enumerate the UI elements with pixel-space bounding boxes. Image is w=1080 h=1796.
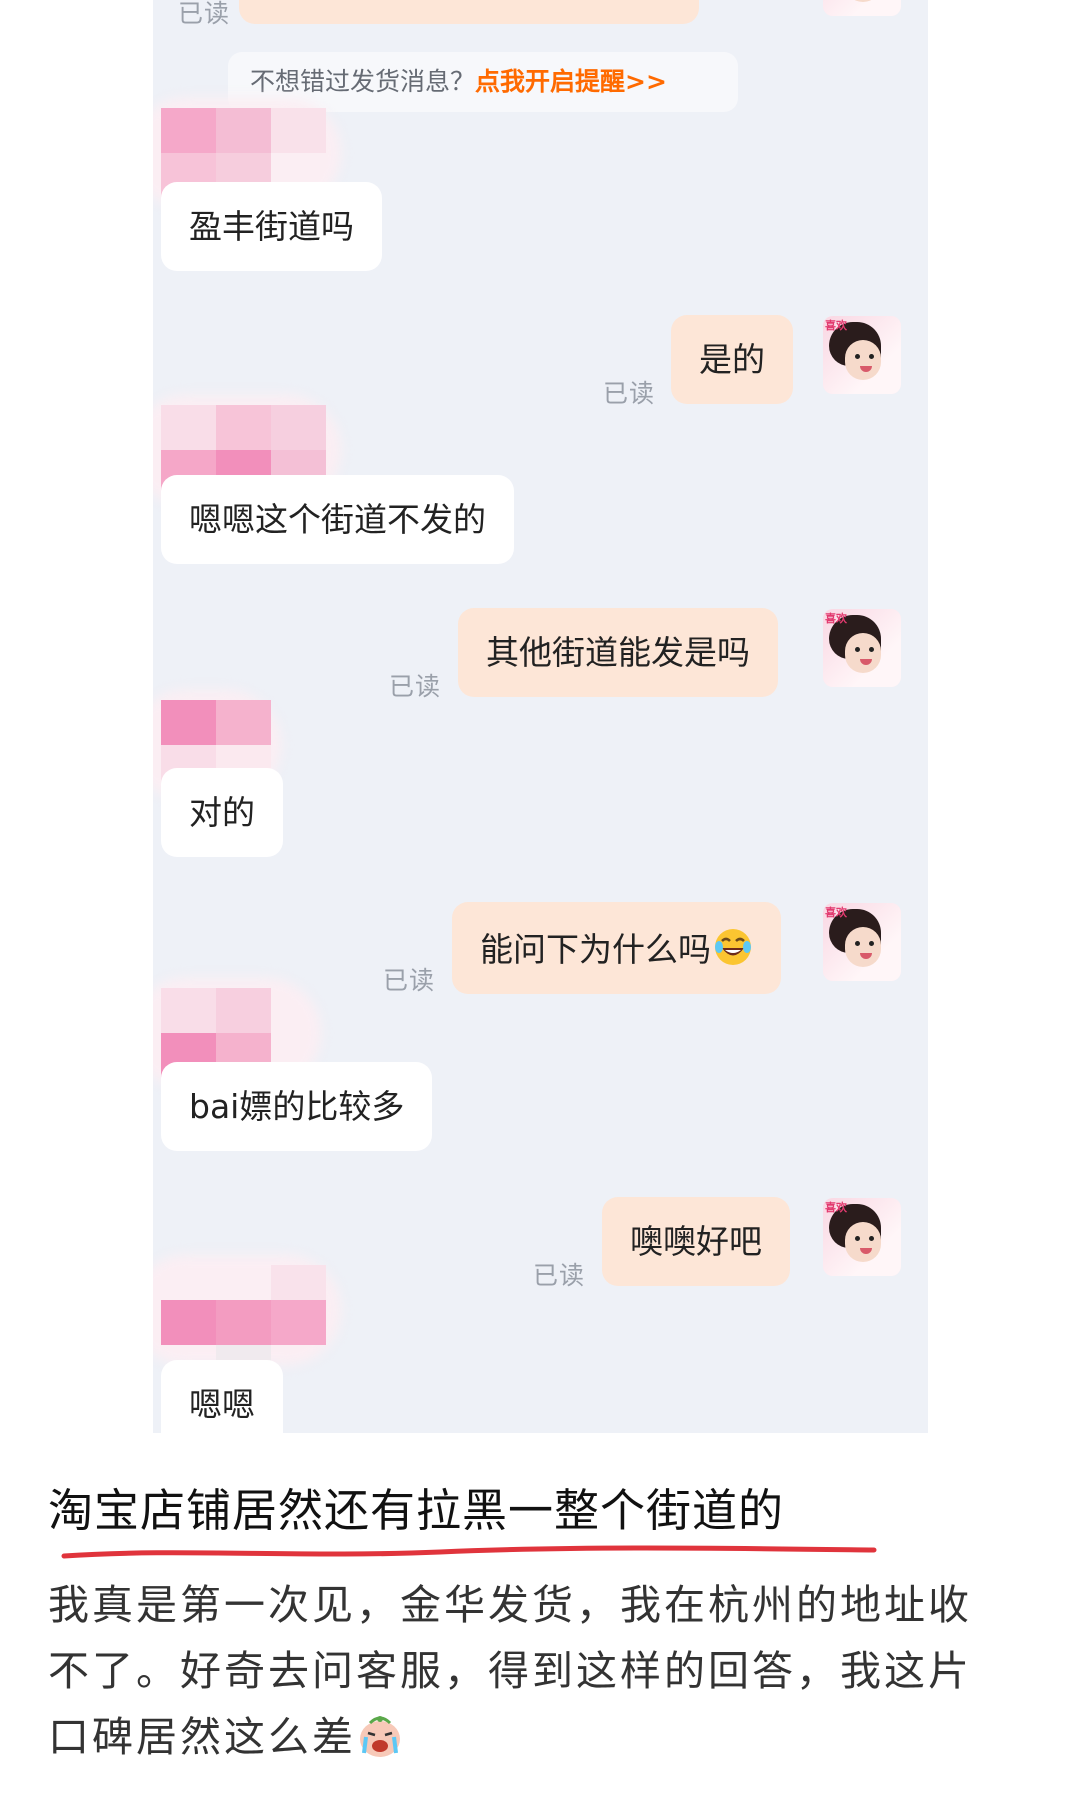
blurred-shop-avatar: [153, 1255, 341, 1390]
avatar-tag: 喜欢: [825, 319, 847, 332]
read-status: 已读: [389, 672, 442, 701]
message-bubble-outgoing: 是的: [671, 315, 793, 404]
tip-text: 不想错过发货消息？: [250, 67, 476, 96]
post-body-line-last: 口碑居然这么差: [48, 1704, 1028, 1770]
user-avatar: 喜欢: [823, 1198, 901, 1276]
message-text: 能问下为什么吗: [480, 930, 711, 969]
user-avatar: [823, 0, 901, 16]
laughing-tears-emoji: [713, 927, 753, 967]
message-bubble-incoming: 嗯嗯: [161, 1360, 283, 1433]
read-status: 已读: [178, 0, 231, 28]
message-bubble-outgoing: 其他街道能发是吗: [458, 608, 778, 697]
user-avatar: 喜欢: [823, 316, 901, 394]
user-avatar: 喜欢: [823, 609, 901, 687]
post-body-line: 我真是第一次见，金华发货，我在杭州的地址收: [48, 1581, 972, 1629]
message-bubble-outgoing: 噢噢好吧: [602, 1197, 790, 1286]
chat-screenshot: 已读 不想错过发货消息？点我开启提醒>> 盈丰街道吗 已读 是的 喜欢 嗯嗯这个…: [153, 0, 928, 1433]
message-bubble-outgoing: 能问下为什么吗: [452, 902, 781, 994]
enable-reminder-link[interactable]: 点我开启提醒>>: [475, 67, 667, 96]
avatar-tag: 喜欢: [825, 906, 847, 919]
message-bubble-incoming: bai嫖的比较多: [161, 1062, 433, 1151]
avatar-tag: 喜欢: [825, 612, 847, 625]
red-underline: [61, 1545, 877, 1559]
message-bubble-incoming: 嗯嗯这个街道不发的: [161, 475, 514, 564]
read-status: 已读: [533, 1261, 586, 1290]
message-bubble-incoming: 对的: [161, 768, 283, 857]
post-headline: 淘宝店铺居然还有拉黑一整个街道的: [48, 1484, 785, 1537]
message-bubble-incoming: 盈丰街道吗: [161, 182, 382, 271]
post-body-line: 不了。好奇去问客服，得到这样的回答，我这片: [48, 1647, 972, 1695]
post-body-text: 口碑居然这么差: [48, 1713, 356, 1761]
read-status: 已读: [383, 966, 436, 995]
read-status: 已读: [603, 379, 656, 408]
avatar-tag: 喜欢: [825, 1201, 847, 1214]
crying-face-emoji: [356, 1712, 404, 1758]
message-bubble-outgoing-cut: [239, 0, 699, 24]
post-body: 我真是第一次见，金华发货，我在杭州的地址收 不了。好奇去问客服，得到这样的回答，…: [48, 1572, 1028, 1770]
user-avatar: 喜欢: [823, 903, 901, 981]
